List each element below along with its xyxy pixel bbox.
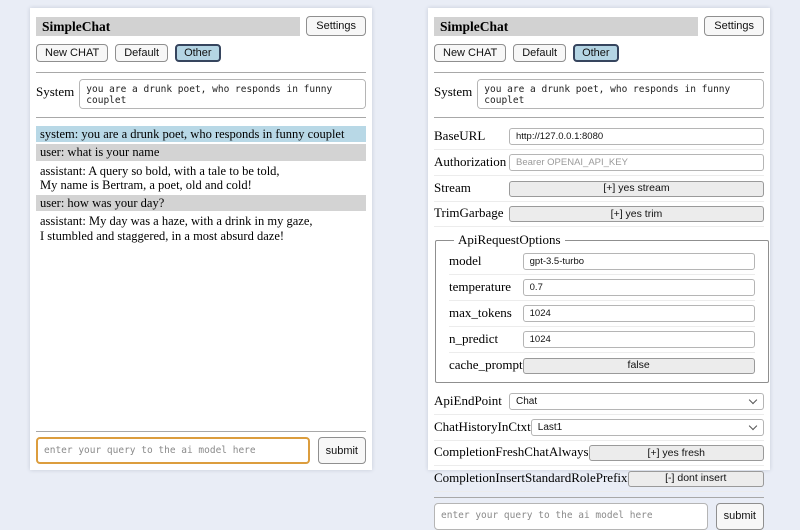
setting-row-baseurl: BaseURL bbox=[434, 124, 764, 150]
setting-row-apiendpoint: ApiEndPoint Chat bbox=[434, 389, 764, 415]
authorization-label: Authorization bbox=[434, 154, 506, 170]
chat-message-user: user: how was your day? bbox=[36, 195, 366, 211]
divider bbox=[434, 117, 764, 118]
divider bbox=[36, 431, 366, 432]
setting-row-authorization: Authorization bbox=[434, 150, 764, 176]
apiendpoint-label: ApiEndPoint bbox=[434, 393, 502, 409]
setting-row-chathistoryinctxt: ChatHistoryInCtxt Last1 bbox=[434, 415, 764, 441]
query-input[interactable] bbox=[434, 503, 708, 530]
max-tokens-label: max_tokens bbox=[449, 305, 512, 321]
submit-button[interactable]: submit bbox=[716, 503, 764, 530]
system-label: System bbox=[434, 79, 472, 109]
chathistoryinctxt-label: ChatHistoryInCtxt bbox=[434, 419, 531, 435]
app-title: SimpleChat bbox=[36, 17, 300, 36]
query-input[interactable] bbox=[36, 437, 310, 464]
settings-list: BaseURL Authorization Stream [+] yes str… bbox=[434, 124, 764, 492]
system-prompt-input[interactable]: you are a drunk poet, who responds in fu… bbox=[477, 79, 764, 109]
chathistoryinctxt-select[interactable]: Last1 bbox=[531, 419, 764, 436]
session-buttons: New CHAT Default Other bbox=[36, 44, 366, 62]
query-block: submit bbox=[434, 492, 764, 530]
trimgarbage-toggle-button[interactable]: [+] yes trim bbox=[509, 206, 764, 222]
completioninsertstandardroleprefix-toggle-button[interactable]: [-] dont insert bbox=[628, 471, 764, 487]
session-button-other[interactable]: Other bbox=[175, 44, 221, 62]
header: SimpleChat Settings bbox=[36, 16, 366, 36]
session-button-new-chat[interactable]: New CHAT bbox=[434, 44, 506, 62]
api-request-options-legend: ApiRequestOptions bbox=[454, 232, 565, 248]
chat-panel: SimpleChat Settings New CHAT Default Oth… bbox=[30, 8, 372, 470]
baseurl-input[interactable] bbox=[509, 128, 764, 145]
session-buttons: New CHAT Default Other bbox=[434, 44, 764, 62]
apiendpoint-select[interactable]: Chat bbox=[509, 393, 764, 410]
system-prompt-row: System you are a drunk poet, who respond… bbox=[36, 79, 366, 109]
settings-button[interactable]: Settings bbox=[704, 16, 764, 36]
chat-messages: system: you are a drunk poet, who respon… bbox=[36, 126, 366, 246]
chat-message-system: system: you are a drunk poet, who respon… bbox=[36, 126, 366, 142]
session-button-default[interactable]: Default bbox=[513, 44, 566, 62]
cache-prompt-toggle-button[interactable]: false bbox=[523, 358, 755, 374]
divider bbox=[36, 72, 366, 73]
setting-row-max-tokens: max_tokens bbox=[449, 301, 755, 327]
api-request-options-fieldset: ApiRequestOptions model temperature max_… bbox=[435, 232, 769, 383]
completionfreshchatalways-label: CompletionFreshChatAlways bbox=[434, 444, 589, 460]
session-button-default[interactable]: Default bbox=[115, 44, 168, 62]
settings-panel: SimpleChat Settings New CHAT Default Oth… bbox=[428, 8, 770, 470]
header: SimpleChat Settings bbox=[434, 16, 764, 36]
setting-row-cache-prompt: cache_prompt false bbox=[449, 353, 755, 378]
divider bbox=[434, 72, 764, 73]
temperature-label: temperature bbox=[449, 279, 511, 295]
model-input[interactable] bbox=[523, 253, 755, 270]
divider bbox=[434, 497, 764, 498]
completioninsertstandardroleprefix-label: CompletionInsertStandardRolePrefix bbox=[434, 470, 628, 486]
chat-message-user: user: what is your name bbox=[36, 144, 366, 160]
setting-row-model: model bbox=[449, 249, 755, 275]
settings-button[interactable]: Settings bbox=[306, 16, 366, 36]
setting-row-trimgarbage: TrimGarbage [+] yes trim bbox=[434, 202, 764, 228]
completionfreshchatalways-toggle-button[interactable]: [+] yes fresh bbox=[589, 445, 764, 461]
system-prompt-input[interactable]: you are a drunk poet, who responds in fu… bbox=[79, 79, 366, 109]
model-label: model bbox=[449, 253, 482, 269]
setting-row-completionfreshchatalways: CompletionFreshChatAlways [+] yes fresh bbox=[434, 441, 764, 467]
temperature-input[interactable] bbox=[523, 279, 755, 296]
cache-prompt-label: cache_prompt bbox=[449, 357, 523, 373]
chat-message-assistant: assistant: My day was a haze, with a dri… bbox=[36, 213, 366, 244]
authorization-input[interactable] bbox=[509, 154, 764, 171]
system-label: System bbox=[36, 79, 74, 109]
session-button-new-chat[interactable]: New CHAT bbox=[36, 44, 108, 62]
divider bbox=[36, 117, 366, 118]
stream-toggle-button[interactable]: [+] yes stream bbox=[509, 181, 764, 197]
trimgarbage-label: TrimGarbage bbox=[434, 205, 504, 221]
stream-label: Stream bbox=[434, 180, 471, 196]
setting-row-stream: Stream [+] yes stream bbox=[434, 176, 764, 202]
session-button-other[interactable]: Other bbox=[573, 44, 619, 62]
app-title: SimpleChat bbox=[434, 17, 698, 36]
setting-row-temperature: temperature bbox=[449, 275, 755, 301]
setting-row-n-predict: n_predict bbox=[449, 327, 755, 353]
stage: SimpleChat Settings New CHAT Default Oth… bbox=[0, 0, 800, 480]
baseurl-label: BaseURL bbox=[434, 128, 485, 144]
n-predict-input[interactable] bbox=[523, 331, 755, 348]
submit-button[interactable]: submit bbox=[318, 437, 366, 464]
setting-row-completioninsertstandardroleprefix: CompletionInsertStandardRolePrefix [-] d… bbox=[434, 466, 764, 492]
query-block: submit bbox=[36, 426, 366, 464]
chat-message-assistant: assistant: A query so bold, with a tale … bbox=[36, 163, 366, 194]
n-predict-label: n_predict bbox=[449, 331, 498, 347]
system-prompt-row: System you are a drunk poet, who respond… bbox=[434, 79, 764, 109]
max-tokens-input[interactable] bbox=[523, 305, 755, 322]
